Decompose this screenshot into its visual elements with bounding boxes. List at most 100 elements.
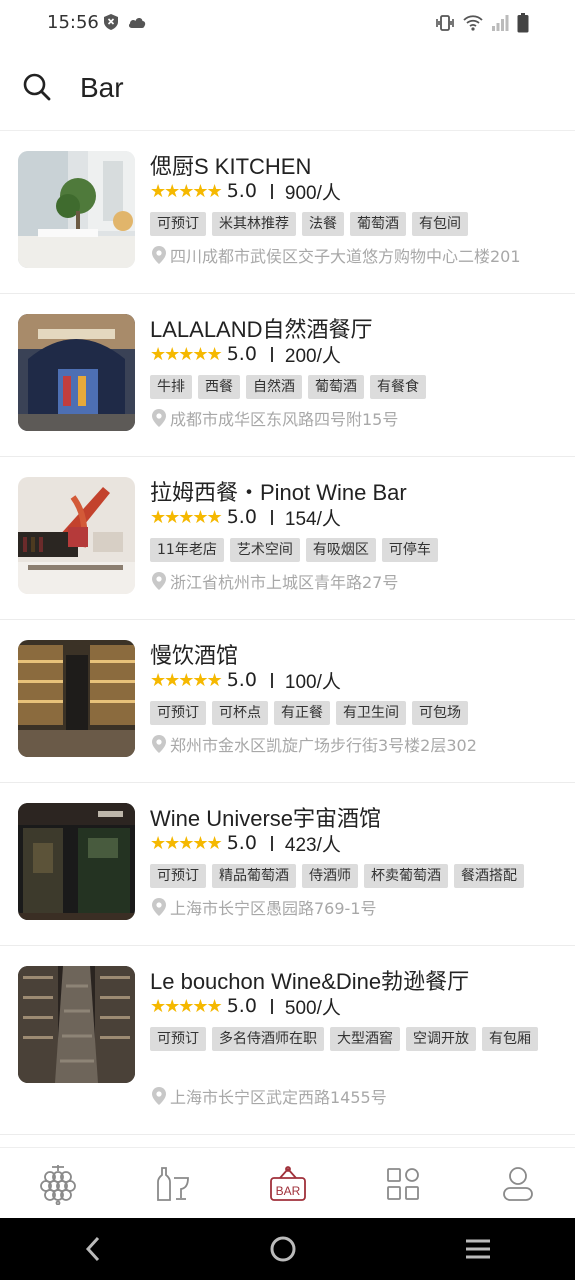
bar-list: 偲厨S KITCHEN ★★★★★ 5.0 900/人 可预订 米其林推荐 法餐… (0, 131, 575, 1135)
tag: 可预订 (150, 701, 206, 725)
tag: 自然酒 (246, 375, 302, 399)
address-text: 郑州市金水区凯旋广场步行街3号楼2层302 (170, 736, 477, 755)
tag: 艺术空间 (229, 538, 300, 562)
address-text: 浙江省杭州市上城区青年路27号 (170, 573, 399, 592)
page-title: Bar (80, 72, 124, 103)
tag: 可预订 (150, 1027, 206, 1051)
tag: 葡萄酒 (308, 375, 364, 399)
tag: 有包厢 (482, 1027, 538, 1051)
rating-score: 5.0 (226, 832, 257, 854)
address: 成都市成华区东风路四号附15号 (152, 406, 398, 430)
tag: 有吸烟区 (305, 538, 376, 562)
restaurant-photo (18, 151, 135, 268)
search-icon[interactable] (22, 72, 52, 102)
location-pin-icon (152, 898, 166, 916)
address: 上海市长宁区武定西路1455号 (152, 1084, 387, 1108)
list-item[interactable]: Le bouchon Wine&Dine勃逊餐厅 ★★★★★ 5.0 500/人… (0, 946, 575, 1135)
price-per-person: 154/人 (284, 508, 341, 530)
vibrate-icon (436, 15, 454, 31)
tab-profile[interactable] (460, 1148, 575, 1219)
user-icon (502, 1166, 533, 1201)
location-pin-icon (152, 246, 166, 264)
list-item[interactable]: 慢饮酒馆 ★★★★★ 5.0 100/人 可预订 可杯点 有正餐 有卫生间 可包… (0, 620, 575, 783)
tag: 可停车 (381, 538, 438, 562)
list-item[interactable]: 偲厨S KITCHEN ★★★★★ 5.0 900/人 可预订 米其林推荐 法餐… (0, 131, 575, 294)
tag: 米其林推荐 (212, 212, 296, 236)
price-per-person: 200/人 (284, 345, 341, 367)
search-header: Bar (0, 48, 575, 131)
tag: 可包场 (412, 701, 468, 725)
star-rating-icon: ★★★★★ (150, 832, 223, 854)
system-nav-bar (0, 1218, 575, 1280)
address-text: 成都市成华区东风路四号附15号 (170, 410, 399, 429)
signal-icon (492, 15, 509, 31)
tag: 可预订 (150, 864, 206, 888)
address: 郑州市金水区凯旋广场步行街3号楼2层302 (152, 732, 477, 756)
rating-score: 5.0 (226, 669, 257, 691)
star-rating-icon: ★★★★★ (150, 180, 223, 202)
tag: 葡萄酒 (350, 212, 406, 236)
price-per-person: 423/人 (284, 834, 341, 856)
tag: 可预订 (150, 212, 206, 236)
star-rating-icon: ★★★★★ (150, 506, 223, 528)
address: 上海市长宁区愚园路769-1号 (152, 895, 377, 919)
restaurant-name: 偲厨S KITCHEN (150, 154, 312, 179)
tag: 有正餐 (274, 701, 330, 725)
restaurant-photo (18, 314, 135, 431)
tag-list: 可预订 精品葡萄酒 侍酒师 杯卖葡萄酒 餐酒搭配 (150, 864, 560, 888)
tag: 多名侍酒师在职 (212, 1027, 324, 1051)
tag: 有卫生间 (336, 701, 406, 725)
address-text: 四川成都市武侯区交子大道悠方购物中心二楼201 (170, 247, 521, 266)
restaurant-photo (18, 640, 135, 757)
address-text: 上海市长宁区武定西路1455号 (170, 1088, 387, 1107)
shield-icon (104, 14, 118, 30)
rating-score: 5.0 (226, 343, 257, 365)
wifi-icon (463, 15, 483, 31)
address: 浙江省杭州市上城区青年路27号 (152, 569, 398, 593)
battery-icon (517, 13, 529, 33)
menu-icon[interactable] (464, 1238, 492, 1260)
restaurant-photo (18, 966, 135, 1083)
grid-icon (386, 1167, 419, 1200)
tag: 侍酒师 (302, 864, 358, 888)
restaurant-photo (18, 803, 135, 920)
restaurant-name: 慢饮酒馆 (150, 643, 239, 668)
bottom-tab-bar: BAR (0, 1147, 575, 1219)
location-pin-icon (152, 409, 166, 427)
tab-wine[interactable] (115, 1148, 230, 1219)
wine-bottle-glass-icon (156, 1166, 189, 1201)
tag-list: 11年老店 艺术空间 有吸烟区 可停车 (150, 538, 560, 562)
restaurant-name: Wine Universe宇宙酒馆 (150, 806, 382, 831)
grapes-icon (39, 1164, 76, 1205)
back-icon[interactable] (83, 1236, 103, 1262)
tag-list: 牛排 西餐 自然酒 葡萄酒 有餐食 (150, 375, 560, 399)
address-text: 上海市长宁区愚园路769-1号 (170, 899, 377, 918)
rating-score: 5.0 (226, 180, 257, 202)
tag-list: 可预订 米其林推荐 法餐 葡萄酒 有包间 (150, 212, 560, 236)
tab-grapes[interactable] (0, 1148, 115, 1219)
list-item[interactable]: Wine Universe宇宙酒馆 ★★★★★ 5.0 423/人 可预订 精品… (0, 783, 575, 946)
price-per-person: 100/人 (284, 671, 341, 693)
list-item[interactable]: LALALAND自然酒餐厅 ★★★★★ 5.0 200/人 牛排 西餐 自然酒 … (0, 294, 575, 457)
tag-list: 可预订 多名侍酒师在职 大型酒窖 空调开放 有包厢 (150, 1027, 560, 1051)
status-time: 15:56 (47, 12, 99, 33)
location-pin-icon (152, 735, 166, 753)
tab-categories[interactable] (345, 1148, 460, 1219)
tab-bar[interactable]: BAR (230, 1148, 345, 1219)
rating-score: 5.0 (226, 995, 257, 1017)
tag: 餐酒搭配 (454, 864, 524, 888)
status-bar: 15:56 (0, 0, 575, 48)
home-icon[interactable] (269, 1235, 297, 1263)
star-rating-icon: ★★★★★ (150, 343, 223, 365)
tag: 杯卖葡萄酒 (364, 864, 448, 888)
star-rating-icon: ★★★★★ (150, 995, 223, 1017)
tag: 牛排 (150, 375, 192, 399)
bar-sign-icon: BAR (269, 1165, 306, 1201)
address: 四川成都市武侯区交子大道悠方购物中心二楼201 (152, 243, 521, 267)
location-pin-icon (152, 572, 166, 590)
restaurant-photo (18, 477, 135, 594)
location-pin-icon (152, 1087, 166, 1105)
tag-list: 可预订 可杯点 有正餐 有卫生间 可包场 (150, 701, 560, 725)
list-item[interactable]: 拉姆西餐・Pinot Wine Bar ★★★★★ 5.0 154/人 11年老… (0, 457, 575, 620)
rating-score: 5.0 (226, 506, 257, 528)
